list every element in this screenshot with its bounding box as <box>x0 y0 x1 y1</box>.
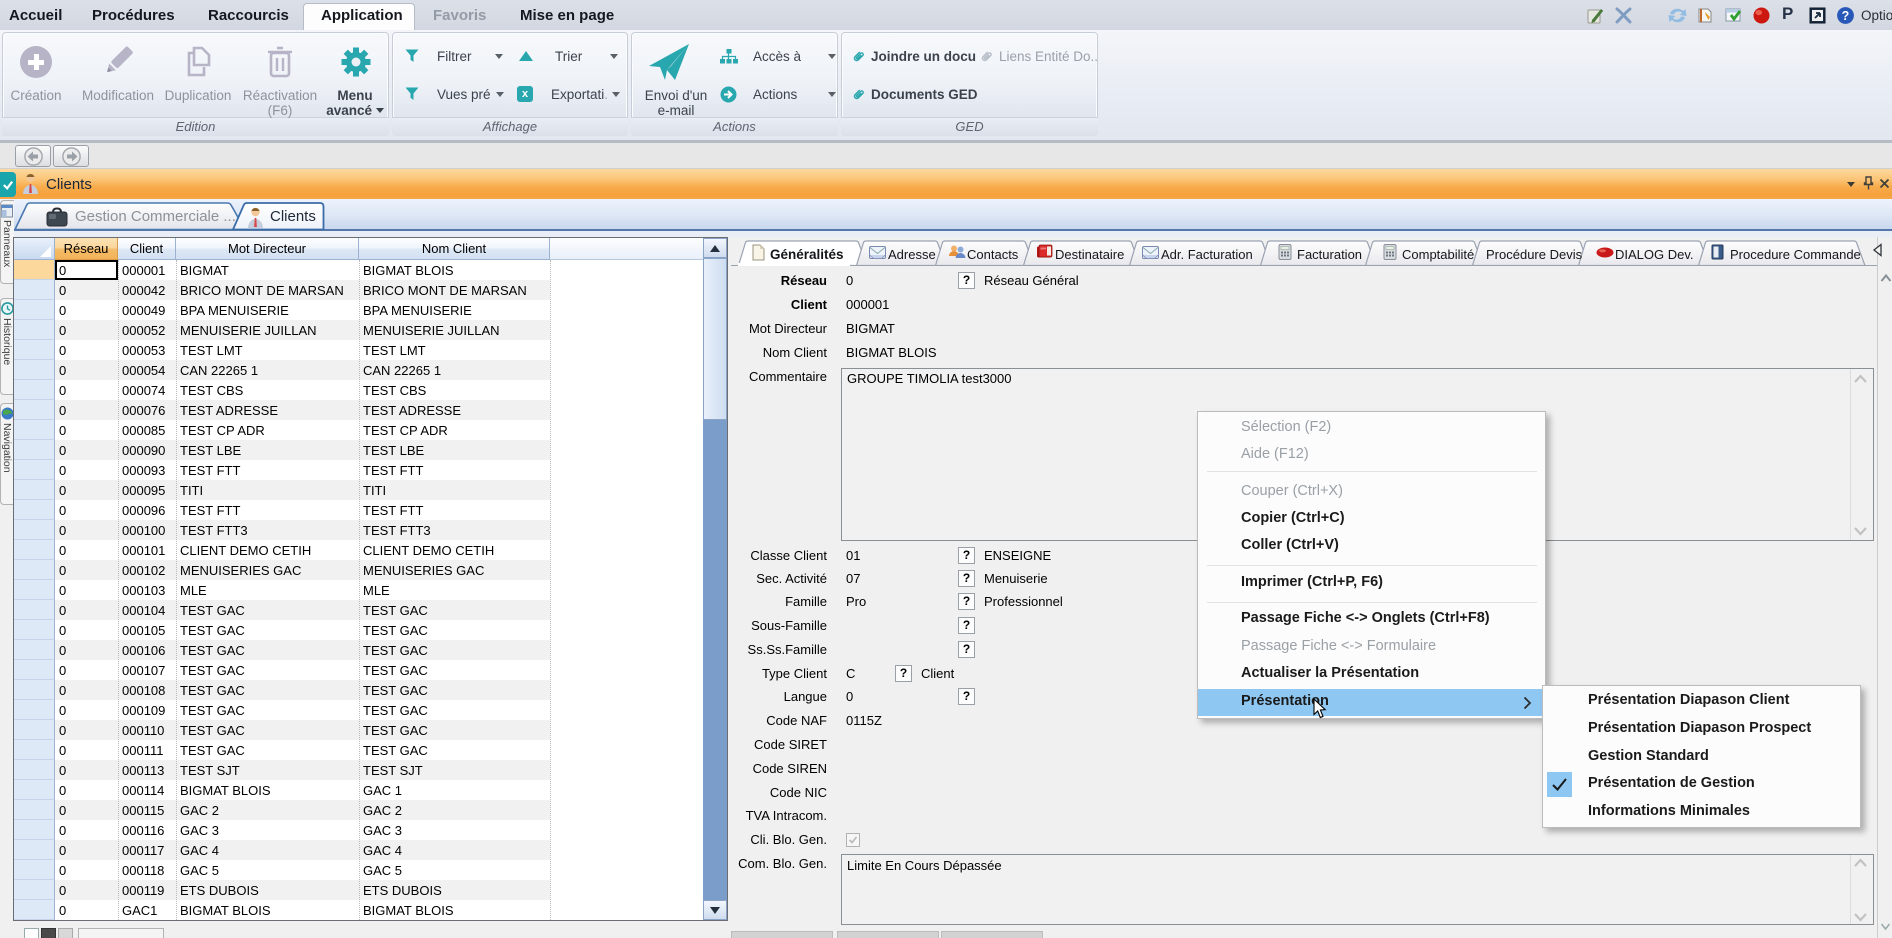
svg-text:?: ? <box>1842 9 1850 23</box>
